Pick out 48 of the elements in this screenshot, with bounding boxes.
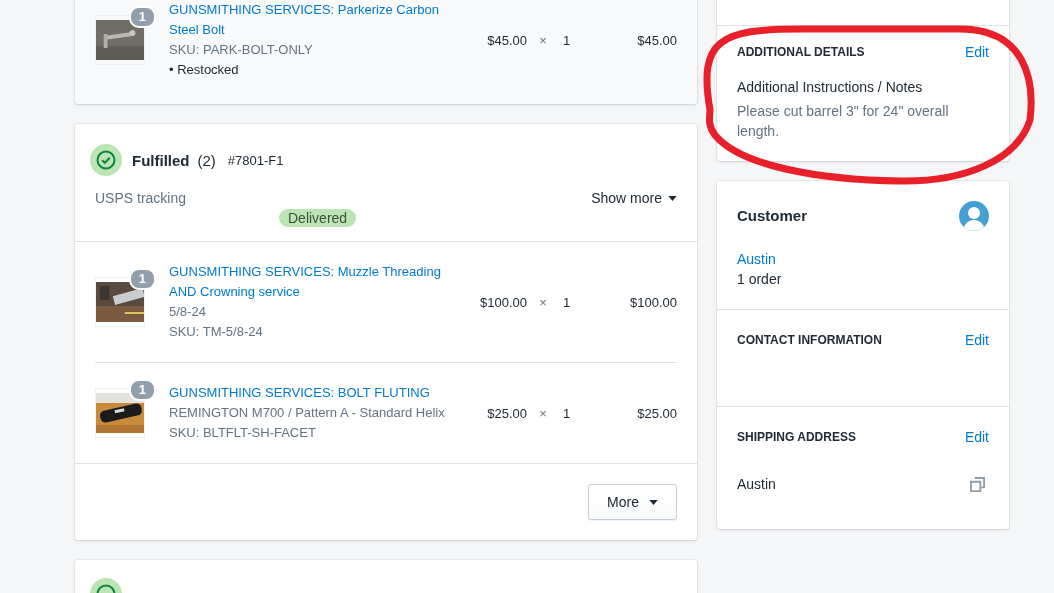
quantity-text: 1	[562, 294, 572, 310]
section-heading: ADDITIONAL DETAILS	[737, 44, 865, 61]
quantity-badge: 1	[128, 6, 156, 28]
fulfillment-number: #7801-F1	[227, 152, 284, 168]
caret-icon	[648, 499, 658, 505]
status-badge: Delivered	[279, 209, 357, 227]
more-button[interactable]: More	[588, 484, 677, 520]
notes-label: Additional Instructions / Notes	[737, 78, 924, 97]
line-total: $45.00	[636, 32, 677, 48]
copy-icon[interactable]	[970, 476, 985, 492]
unit-price: $25.00	[486, 405, 527, 421]
quantity-badge: 1	[128, 268, 156, 290]
customer-link[interactable]: Austin	[737, 249, 989, 269]
restock-note: • Restocked	[169, 61, 240, 79]
edit-link[interactable]: Edit	[964, 330, 989, 350]
sku-text: SKU: TM-5/8-24	[169, 323, 264, 341]
unit-price: $100.00	[479, 294, 527, 310]
item-count: (2)	[197, 151, 216, 169]
quantity-badge: 1	[128, 379, 156, 401]
quantity-text: 1	[562, 32, 572, 48]
avatar-icon	[959, 201, 989, 231]
edit-link[interactable]: Edit	[964, 427, 989, 447]
fulfillment-title: Fulfilled	[132, 151, 190, 169]
show-more-button[interactable]: Show more	[591, 190, 677, 206]
line-total: $25.00	[636, 405, 677, 421]
variant-text: 5/8-24	[169, 303, 207, 321]
order-count: 1 order	[737, 270, 783, 289]
check-circle-icon	[90, 144, 122, 176]
sku-text: SKU: PARK-BOLT-ONLY	[169, 41, 314, 59]
product-link[interactable]: GUNSMITHING SERVICES: Muzzle Threading AND Crowning service	[169, 262, 469, 302]
section-heading: CONTACT INFORMATION	[737, 332, 882, 349]
sku-text: SKU: BLTFLT-SH-FACET	[169, 424, 317, 442]
variant-text: REMINGTON M700 / Pattern A - Standard Helix	[169, 404, 446, 422]
tracking-label: USPS tracking	[95, 190, 187, 206]
section-heading: SHIPPING ADDRESS	[737, 429, 856, 446]
times-sign: ×	[538, 32, 548, 48]
times-sign: ×	[538, 405, 548, 421]
notes-text: Please cut barrel 3" for 24" overall length.	[737, 102, 950, 141]
address-name: Austin	[737, 475, 776, 494]
times-sign: ×	[538, 294, 548, 310]
edit-link[interactable]: Edit	[964, 42, 989, 62]
product-link[interactable]: GUNSMITHING SERVICES: BOLT FLUTING	[169, 383, 469, 403]
customer-heading: Customer	[737, 206, 807, 226]
line-total: $100.00	[629, 294, 677, 310]
unit-price: $45.00	[486, 32, 527, 48]
caret-icon	[668, 195, 677, 201]
product-link[interactable]: GUNSMITHING SERVICES: Parkerize Carbon Steel Bolt	[169, 0, 469, 40]
quantity-text: 1	[562, 405, 572, 421]
